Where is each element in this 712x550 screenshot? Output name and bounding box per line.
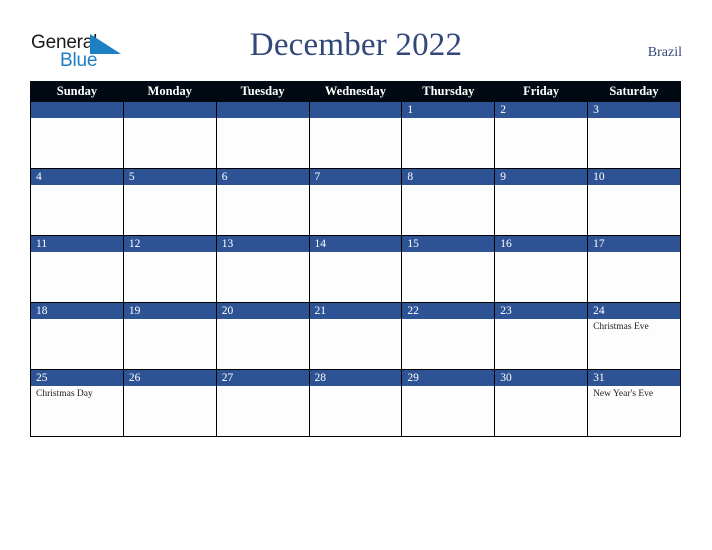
day-number: 21: [309, 303, 402, 319]
calendar-day-cell[interactable]: 17: [587, 235, 681, 303]
weekday-header-thursday: Thursday: [401, 81, 496, 102]
day-number: [31, 102, 123, 118]
page-header: General Blue December 2022 Brazil: [0, 0, 712, 78]
calendar-day-cell[interactable]: 2: [494, 101, 589, 169]
calendar-week-row: 11 12 13 14 15 16 17: [30, 235, 681, 303]
day-number: 9: [495, 169, 588, 185]
day-number: 3: [588, 102, 680, 118]
weekday-header-wednesday: Wednesday: [308, 81, 403, 102]
day-number: 23: [495, 303, 588, 319]
calendar-day-cell[interactable]: 30: [494, 369, 589, 437]
day-number: 26: [123, 370, 216, 386]
day-number: 8: [402, 169, 495, 185]
day-number: 28: [309, 370, 402, 386]
day-number: 11: [31, 236, 123, 252]
day-number: 22: [402, 303, 495, 319]
calendar-day-cell[interactable]: 12: [122, 235, 217, 303]
day-number: 29: [402, 370, 495, 386]
calendar-day-cell[interactable]: 6: [215, 168, 310, 236]
calendar-day-cell[interactable]: 11: [30, 235, 124, 303]
day-number: [309, 102, 402, 118]
calendar-day-cell[interactable]: 23: [494, 302, 589, 370]
calendar-day-cell[interactable]: 31 New Year's Eve: [587, 369, 681, 437]
weekday-header-row: Sunday Monday Tuesday Wednesday Thursday Frid…: [30, 81, 681, 102]
calendar-day-cell[interactable]: 22: [401, 302, 496, 370]
day-number: 10: [588, 169, 680, 185]
day-number: 2: [495, 102, 588, 118]
day-number: 12: [123, 236, 216, 252]
day-number: 30: [495, 370, 588, 386]
day-number: 20: [216, 303, 309, 319]
calendar-day-cell[interactable]: 18: [30, 302, 124, 370]
day-number: 18: [31, 303, 123, 319]
day-number: 15: [402, 236, 495, 252]
weekday-header-friday: Friday: [494, 81, 589, 102]
calendar-day-cell[interactable]: 7: [308, 168, 403, 236]
day-number: [216, 102, 309, 118]
calendar-empty-cell[interactable]: [308, 101, 403, 169]
day-number: 4: [31, 169, 123, 185]
calendar-day-cell[interactable]: 20: [215, 302, 310, 370]
day-number: 6: [216, 169, 309, 185]
day-number: 7: [309, 169, 402, 185]
calendar-day-cell[interactable]: 1: [401, 101, 496, 169]
calendar-day-cell[interactable]: 10: [587, 168, 681, 236]
day-number: 5: [123, 169, 216, 185]
calendar-day-cell[interactable]: 26: [122, 369, 217, 437]
calendar-day-cell[interactable]: 19: [122, 302, 217, 370]
page-title: December 2022: [249, 27, 463, 63]
calendar-header-row: Sunday Monday Tuesday Wednesday Thursday Frid…: [30, 81, 681, 102]
calendar-day-cell[interactable]: 29: [401, 369, 496, 437]
day-number: 31: [588, 370, 680, 386]
day-number: [123, 102, 216, 118]
calendar-week-row: 123: [30, 101, 681, 169]
calendar-body: 1 2 3 4 5 6 7 8 9 10 11 12 13 14 15 16 17 18 19 20 21 22 23 24 C…: [30, 101, 681, 437]
calendar-day-cell[interactable]: 27: [215, 369, 310, 437]
calendar-day-cell[interactable]: 5: [122, 168, 217, 236]
calendar-day-cell[interactable]: 9: [494, 168, 589, 236]
calendar-week-row: 4 5 6 7 8 9 10: [30, 168, 681, 236]
day-number: 25: [31, 370, 123, 386]
calendar-empty-cell[interactable]: [30, 101, 124, 169]
day-number: 27: [216, 370, 309, 386]
holiday-label: Christmas Eve: [593, 322, 649, 332]
calendar-day-cell[interactable]: 15: [401, 235, 496, 303]
calendar-day-cell[interactable]: 25 Christmas Day: [30, 369, 124, 437]
day-number: 14: [309, 236, 402, 252]
weekday-header-sunday: Sunday: [30, 81, 124, 102]
day-number: 24: [588, 303, 680, 319]
weekday-header-saturday: Saturday: [587, 81, 681, 102]
weekday-header-tuesday: Tuesday: [215, 81, 310, 102]
calendar-day-cell[interactable]: 16: [494, 235, 589, 303]
calendar-day-cell[interactable]: 21: [308, 302, 403, 370]
weekday-header-monday: Monday: [122, 81, 217, 102]
calendar-week-row: 25 Christmas Day 26 27 28 29 30 31 New Year's Ev…: [30, 369, 681, 437]
calendar-week-row: 18 19 20 21 22 23 24 Christmas Eve: [30, 302, 681, 370]
holiday-label: Christmas Day: [36, 389, 93, 399]
day-number: 1: [402, 102, 495, 118]
country-label: Brazil: [647, 45, 682, 60]
day-number: 16: [495, 236, 588, 252]
calendar-day-cell[interactable]: 28: [308, 369, 403, 437]
day-number: 19: [123, 303, 216, 319]
calendar-day-cell[interactable]: 24 Christmas Eve: [587, 302, 681, 370]
calendar-empty-cell[interactable]: [215, 101, 310, 169]
day-number: 13: [216, 236, 309, 252]
calendar-day-cell[interactable]: 8: [401, 168, 496, 236]
day-number: 17: [588, 236, 680, 252]
calendar-day-cell[interactable]: 14: [308, 235, 403, 303]
calendar-grid: Sunday Monday Tuesday Wednesday Thursday Frid…: [30, 81, 681, 437]
holiday-label: New Year's Eve: [593, 389, 654, 399]
calendar-day-cell[interactable]: 4: [30, 168, 124, 236]
calendar-empty-cell[interactable]: [122, 101, 217, 169]
calendar-day-cell[interactable]: 13: [215, 235, 310, 303]
calendar-day-cell[interactable]: 3: [587, 101, 681, 169]
